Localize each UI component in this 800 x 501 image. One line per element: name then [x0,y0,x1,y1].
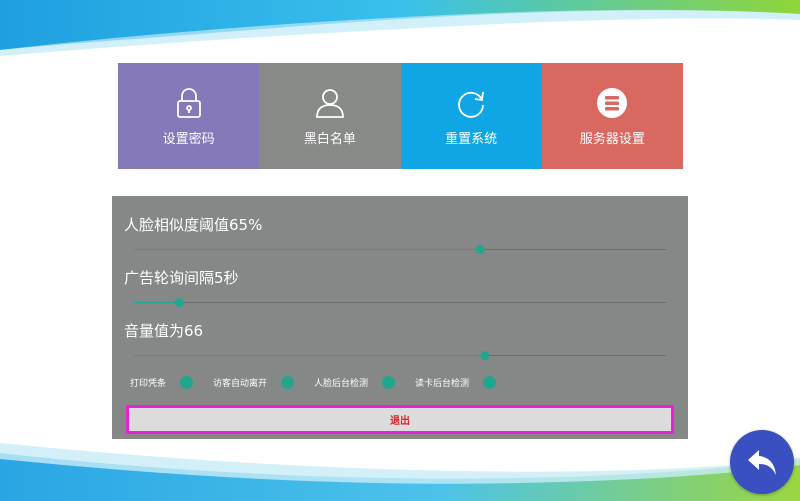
card-background-detect-label: 读卡后台检测 [415,379,470,389]
blacklist-whitelist-label: 黑白名单 [303,131,356,147]
slider-fill [134,302,180,303]
settings-panel: 人脸相似度阈值65% 广告轮询间隔5秒 音量值为66 打印凭条 访客自动离开 人… [112,196,688,439]
set-password-label: 设置密码 [162,131,215,147]
bottom-wave-decoration [0,443,800,501]
reset-system-label: 重置系统 [445,131,498,147]
back-arrow-icon [748,450,776,475]
blacklist-whitelist-tile[interactable]: 黑白名单 [259,63,401,169]
toggle-row: 打印凭条 访客自动离开 人脸后台检测 读卡后台检测 [130,376,516,389]
face-background-detect-toggle[interactable]: 人脸后台检测 [314,376,396,389]
visitor-auto-leave-switch[interactable] [281,376,295,389]
reset-system-tile[interactable]: 重置系统 [400,63,542,169]
volume-label: 音量值为66 [124,322,204,340]
server-settings-tile[interactable]: 服务器设置 [541,63,683,169]
visitor-auto-leave-label: 访客自动离开 [213,379,268,389]
function-tiles: 设置密码 黑白名单 重置系统 服务器设置 [118,63,683,169]
face-background-detect-label: 人脸后台检测 [314,379,369,389]
print-receipt-switch[interactable] [180,376,194,389]
top-wave-decoration [0,0,800,56]
slider-fill [134,355,486,356]
slider-thumb[interactable] [174,298,184,307]
slider-thumb[interactable] [475,245,485,254]
server-settings-label: 服务器设置 [579,131,645,147]
user-icon [315,88,344,118]
set-password-tile[interactable]: 设置密码 [118,63,260,169]
card-background-detect-switch[interactable] [483,376,497,389]
server-icon [597,87,628,118]
print-receipt-label: 打印凭条 [130,379,167,389]
print-receipt-toggle[interactable]: 打印凭条 [130,376,194,389]
back-button[interactable] [730,430,794,494]
slider-fill [134,249,480,250]
volume-slider[interactable] [134,350,666,362]
visitor-auto-leave-toggle[interactable]: 访客自动离开 [213,376,295,389]
ad-interval-slider[interactable] [134,297,666,309]
refresh-icon [458,91,485,118]
face-threshold-slider[interactable] [134,244,666,256]
lock-icon [176,87,201,118]
slider-track [134,302,666,303]
face-threshold-label: 人脸相似度阈值65% [124,216,263,234]
face-background-detect-switch[interactable] [382,376,396,389]
ad-interval-label: 广告轮询间隔5秒 [124,269,239,287]
card-background-detect-toggle[interactable]: 读卡后台检测 [415,376,497,389]
slider-thumb[interactable] [480,351,490,360]
exit-button[interactable]: 退出 [126,405,674,434]
